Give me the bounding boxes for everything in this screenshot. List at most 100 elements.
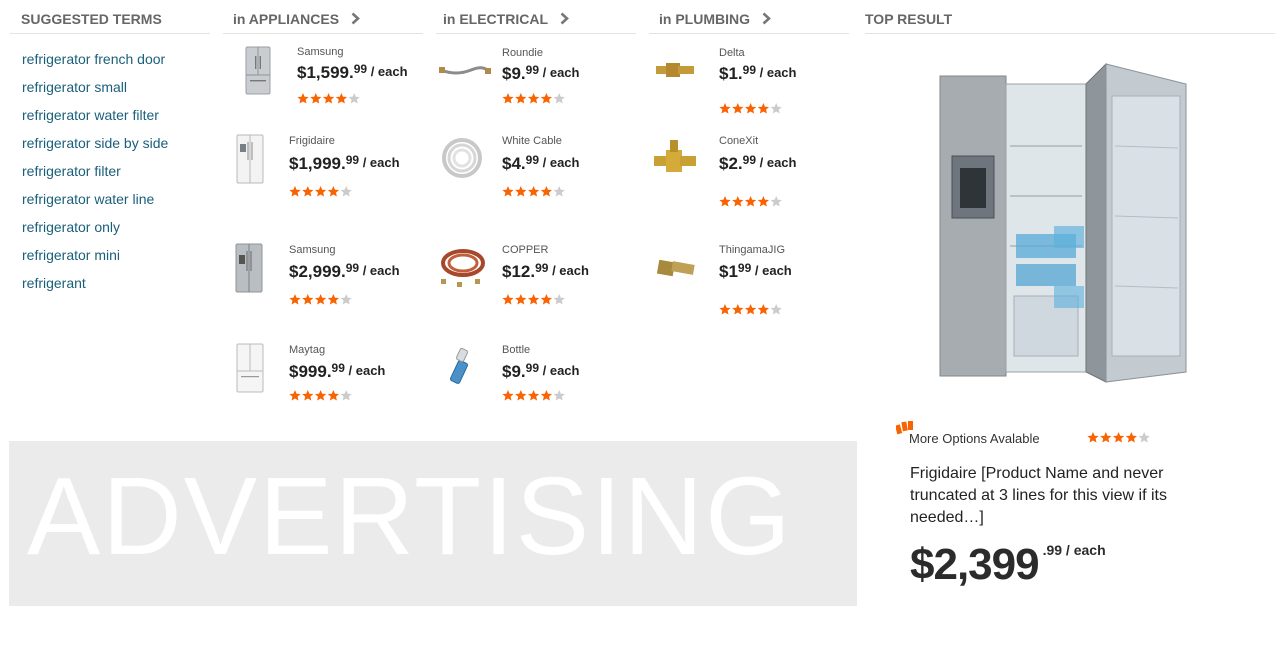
star-icon: [770, 304, 782, 315]
product-card[interactable]: Samsung $2,999.99 / each: [231, 241, 431, 321]
suggested-term[interactable]: refrigerator filter: [22, 162, 168, 190]
suggested-terms-list: refrigerator french door refrigerator sm…: [22, 50, 168, 302]
star-icon: [297, 93, 309, 104]
star-icon: [719, 103, 731, 114]
brass-fitting-thumbnail[interactable]: [652, 44, 708, 100]
price-cents: 99: [331, 361, 345, 375]
product-brand: Samsung: [289, 244, 336, 256]
white-coiled-cable-thumbnail[interactable]: [437, 132, 493, 188]
suggested-term[interactable]: refrigerator side by side: [22, 134, 168, 162]
star-icon: [528, 390, 540, 401]
suggested-term[interactable]: refrigerator small: [22, 78, 168, 106]
electrical-header[interactable]: in ELECTRICAL: [436, 0, 636, 34]
product-price: $9.99 / each: [502, 361, 579, 382]
chevron-right-icon[interactable]: [762, 12, 771, 28]
top-result-price-cents: .99 / each: [1042, 542, 1106, 558]
plumbing-title[interactable]: in PLUMBING: [659, 11, 750, 27]
star-icon: [553, 390, 565, 401]
refrigerator-side-by-side-white-thumbnail[interactable]: [231, 132, 287, 188]
top-result-product-name[interactable]: Frigidaire [Product Name and never trunc…: [910, 463, 1230, 529]
product-card[interactable]: Bottle $9.99 / each: [437, 341, 637, 421]
price-cents: 99: [737, 261, 752, 275]
star-icon: [719, 196, 731, 207]
price-unit: / each: [548, 263, 589, 278]
star-icon: [540, 390, 552, 401]
price-cents: 99: [535, 261, 549, 275]
product-card[interactable]: Roundie $9.99 / each: [437, 44, 637, 124]
product-card[interactable]: Delta $1.99 / each: [652, 44, 852, 124]
product-card[interactable]: ConeXit $2.99 / each: [652, 132, 852, 212]
star-icon: [540, 93, 552, 104]
star-icon: [553, 294, 565, 305]
suggested-term[interactable]: refrigerator mini: [22, 246, 168, 274]
suggested-term[interactable]: refrigerator only: [22, 218, 168, 246]
star-icon: [502, 186, 514, 197]
star-icon: [323, 93, 335, 104]
brass-valve-thumbnail[interactable]: [652, 132, 708, 188]
price-unit: / each: [359, 155, 400, 170]
star-icon: [289, 390, 301, 401]
star-icon: [340, 294, 352, 305]
chevron-right-icon[interactable]: [560, 12, 569, 28]
product-card[interactable]: Maytag $999.99 / each: [231, 341, 431, 421]
suggested-term[interactable]: refrigerator water line: [22, 190, 168, 218]
product-brand: ConeXit: [719, 135, 759, 147]
suggested-term[interactable]: refrigerant: [22, 274, 168, 302]
copper-tubing-coil-thumbnail[interactable]: [437, 241, 493, 297]
star-icon: [757, 304, 769, 315]
product-price: $999.99 / each: [289, 361, 385, 382]
star-icon: [340, 186, 352, 197]
product-price: $2.99 / each: [719, 153, 796, 174]
refrigerator-french-door-thumbnail[interactable]: [231, 44, 287, 100]
plumbing-header[interactable]: in PLUMBING: [649, 0, 849, 34]
more-options-label[interactable]: More Options Avalable: [909, 431, 1040, 446]
product-card[interactable]: Samsung $1,599.99 / each: [231, 44, 431, 124]
star-icon: [745, 196, 757, 207]
product-price: $4.99 / each: [502, 153, 579, 174]
star-icon: [302, 294, 314, 305]
product-price: $1.99 / each: [719, 63, 796, 84]
star-rating-graphic: [289, 294, 352, 305]
product-brand: Roundie: [502, 47, 543, 59]
product-card[interactable]: White Cable $4.99 / each: [437, 132, 637, 212]
star-icon: [315, 390, 327, 401]
refrigerator-white-french-door-thumbnail[interactable]: [231, 341, 287, 397]
star-icon: [553, 186, 565, 197]
star-rating-graphic: [289, 390, 352, 401]
advertising-banner[interactable]: ADVERTISING: [9, 441, 857, 606]
star-rating-graphic: [289, 186, 352, 197]
price-unit: / each: [756, 65, 797, 80]
star-icon: [502, 93, 514, 104]
product-price: $1,999.99 / each: [289, 153, 400, 174]
product-card[interactable]: ThingamaJIG $199 / each: [652, 241, 852, 321]
braided-water-line-thumbnail[interactable]: [437, 44, 493, 100]
star-rating-graphic: [502, 186, 565, 197]
chevron-right-icon[interactable]: [351, 12, 360, 28]
star-icon: [515, 294, 527, 305]
star-icon: [732, 103, 744, 114]
star-rating: [502, 389, 566, 407]
brass-connector-thumbnail[interactable]: [652, 241, 708, 297]
star-rating: [719, 102, 783, 120]
product-price: $1,599.99 / each: [297, 62, 408, 83]
star-icon: [327, 294, 339, 305]
product-card[interactable]: COPPER $12.99 / each: [437, 241, 637, 321]
price-cents: 99: [525, 63, 539, 77]
suggested-term[interactable]: refrigerator water filter: [22, 106, 168, 134]
appliances-title[interactable]: in APPLIANCES: [233, 11, 339, 27]
star-icon: [515, 93, 527, 104]
star-icon: [528, 294, 540, 305]
product-card[interactable]: Frigidaire $1,999.99 / each: [231, 132, 431, 212]
price-unit: / each: [539, 363, 580, 378]
electrical-title[interactable]: in ELECTRICAL: [443, 11, 548, 27]
star-icon: [732, 304, 744, 315]
appliances-header[interactable]: in APPLIANCES: [223, 0, 423, 34]
top-result-refrigerator-image[interactable]: [930, 56, 1192, 392]
price-cents: 99: [345, 153, 360, 167]
product-price: $12.99 / each: [502, 261, 589, 282]
refrigerator-steel-side-by-side-thumbnail[interactable]: [231, 241, 287, 297]
suggested-term[interactable]: refrigerator french door: [22, 50, 168, 78]
star-rating: [502, 293, 566, 311]
star-icon: [553, 93, 565, 104]
water-filter-bottle-thumbnail[interactable]: [437, 341, 493, 397]
